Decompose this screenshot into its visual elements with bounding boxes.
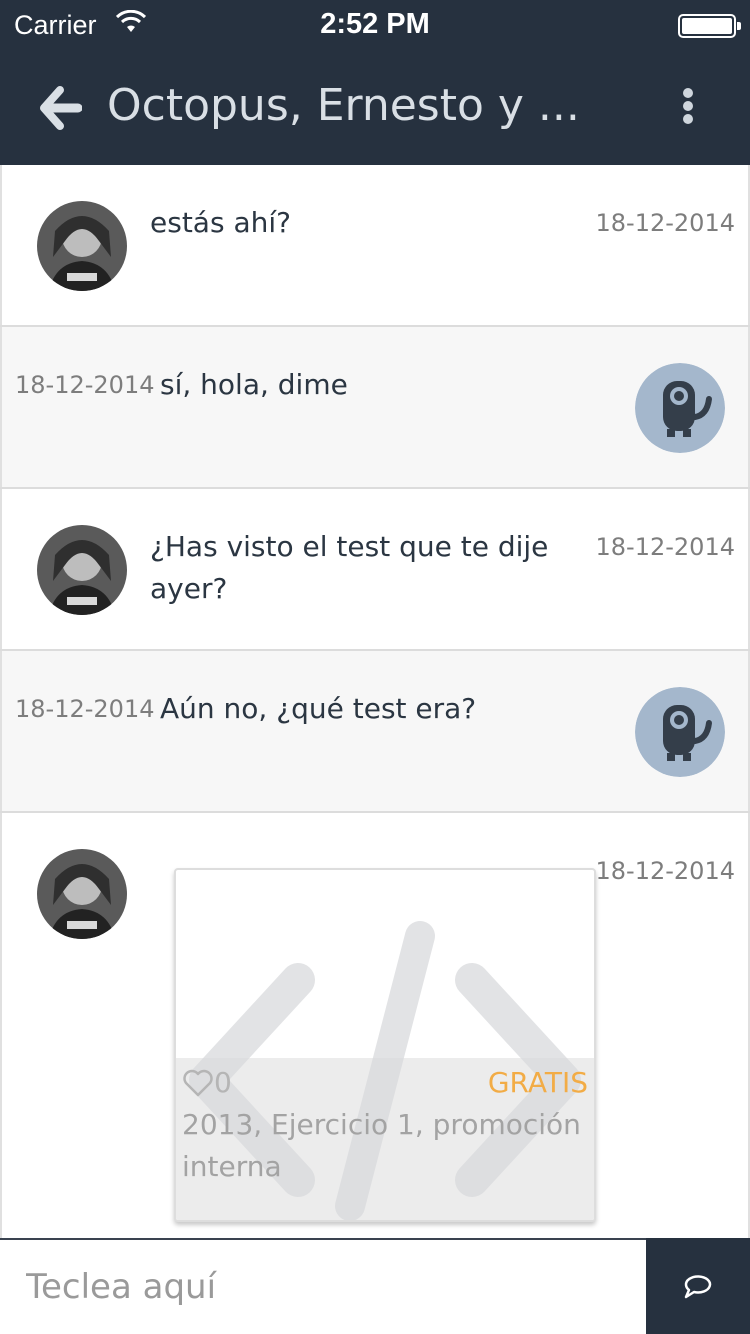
message-input[interactable] [0,1240,646,1334]
likes-count: 0 [214,1066,232,1099]
message-row: estás ahí? 18-12-2014 [0,165,750,327]
conversation-title: Octopus, Ernesto y ... [107,80,580,131]
clock: 2:52 PM [320,8,430,40]
send-button[interactable] [646,1238,750,1334]
message-row: 18-12-2014 sí, hola, dime [0,327,750,489]
likes-counter[interactable]: 0 [182,1066,232,1099]
nav-bar: Octopus, Ernesto y ... [0,50,750,165]
message-text: ¿Has visto el test que te dije ayer? [150,530,549,605]
robot-avatar [635,363,725,453]
battery-icon [678,14,741,38]
message-row: 18-12-2014 Aún no, ¿qué test era? [0,651,750,813]
message-date: 18-12-2014 [15,695,155,723]
message-date: 18-12-2014 [595,209,735,237]
robot-avatar [635,687,725,777]
price-badge: GRATIS [487,1066,588,1099]
heart-icon [183,1069,213,1096]
message-composer [0,1238,750,1334]
message-date: 18-12-2014 [595,533,735,561]
more-vertical-icon[interactable] [670,86,706,130]
test-attachment-card[interactable]: 0 GRATIS 2013, Ejercicio 1, promoción in… [174,868,596,1222]
user-avatar [37,849,127,939]
chat-bubble-icon [684,1275,712,1299]
message-text: sí, hola, dime [160,368,348,401]
app-header: Carrier 2:52 PM Octopus, Ernesto y ... [0,0,750,165]
status-bar: Carrier 2:52 PM [0,0,750,50]
message-date: 18-12-2014 [15,371,155,399]
message-date: 18-12-2014 [595,857,735,885]
back-arrow-icon[interactable] [38,84,82,132]
user-avatar [37,201,127,291]
card-title: 2013, Ejercicio 1, promoción interna [182,1108,581,1183]
message-row: ¿Has visto el test que te dije ayer? 18-… [0,489,750,651]
message-text: Aún no, ¿qué test era? [160,692,477,725]
message-text: estás ahí? [150,206,291,239]
user-avatar [37,525,127,615]
